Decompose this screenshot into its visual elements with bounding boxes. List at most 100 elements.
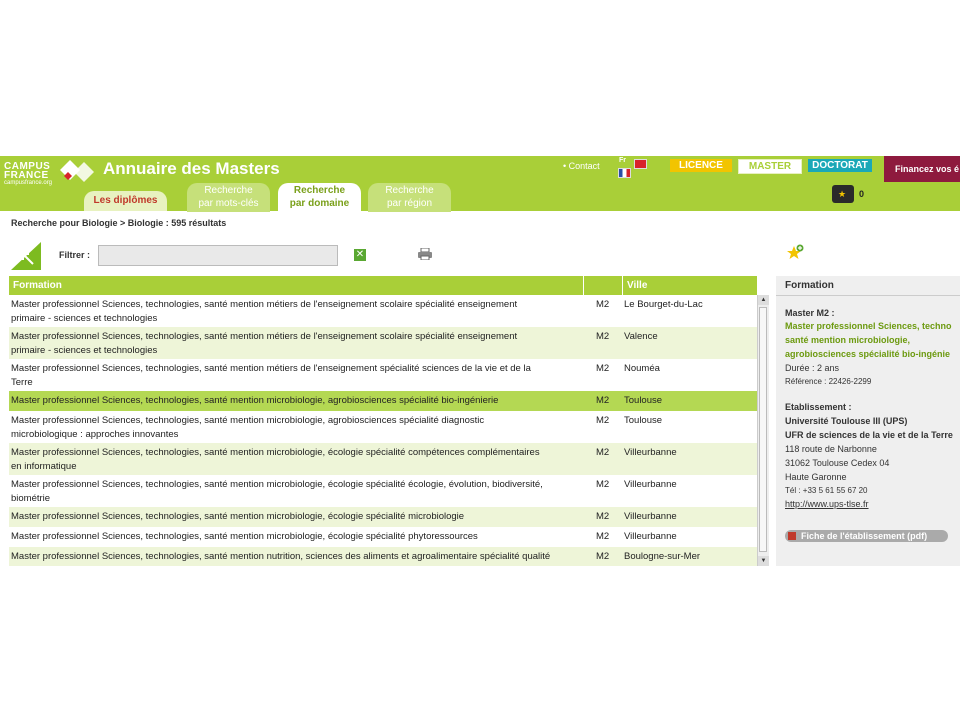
etablissement-name: Université Toulouse III (UPS) — [785, 416, 908, 426]
contact-link[interactable]: • Contact — [563, 161, 600, 171]
table-row[interactable]: Master professionnel Sciences, technolog… — [9, 327, 757, 359]
fiche-pdf-button[interactable]: Fiche de l'établissement (pdf) — [785, 530, 948, 542]
table-row[interactable]: Master professionnel Sciences, technolog… — [9, 411, 757, 443]
cell-ville: Villeurbanne — [624, 511, 677, 522]
table-row[interactable]: Master professionnel Sciences, technolog… — [9, 295, 757, 327]
table-row[interactable]: Master professionnel Sciences, technolog… — [9, 443, 757, 475]
divider — [776, 295, 960, 296]
cell-ville: Toulouse — [624, 415, 663, 426]
table-row[interactable]: Master professionnel Sciences, technolog… — [9, 359, 757, 391]
clear-filter-icon[interactable]: ✕ — [354, 249, 366, 261]
scroll-up-arrow-icon[interactable]: ▲ — [758, 295, 769, 305]
cell-ville: Toulouse — [624, 395, 663, 406]
detail-title-line: Master professionnel Sciences, techno — [785, 321, 952, 331]
back-arrow-icon[interactable] — [11, 242, 41, 270]
formation-line: en informatique — [11, 461, 77, 472]
cell-niveau: M2 — [596, 331, 610, 342]
table-row-selected[interactable]: Master professionnel Sciences, technolog… — [9, 391, 757, 411]
pdf-icon — [788, 532, 796, 540]
detail-reference: Référence : 22426-2299 — [785, 377, 872, 386]
table-row[interactable]: Master professionnel Sciences, technolog… — [9, 475, 757, 507]
formation-line: primaire - sciences et technologies — [11, 345, 158, 356]
breadcrumb: Recherche pour Biologie > Biologie : 595… — [11, 218, 227, 228]
address-line: 118 route de Narbonne — [785, 444, 877, 454]
cell-niveau: M2 — [596, 415, 610, 426]
campus-france-logo[interactable]: CAMPUS FRANCE campusfrance.org — [4, 158, 100, 188]
detail-title-line: agrobiosciences spécialité bio-ingénie — [785, 349, 951, 359]
tab-label-line2: par domaine — [289, 198, 350, 209]
app-title: Annuaire des Masters — [103, 159, 280, 178]
table-row[interactable]: Master professionnel Sciences, technolog… — [9, 507, 757, 527]
master-button[interactable]: MASTER — [738, 159, 802, 174]
formation-line: Master professionnel Sciences, technolog… — [11, 415, 485, 426]
fiche-pdf-label: Fiche de l'établissement (pdf) — [801, 531, 928, 541]
formation-line: Master professionnel Sciences, technolog… — [11, 479, 543, 490]
cell-niveau: M2 — [596, 551, 610, 562]
panel-title: Formation — [785, 280, 834, 291]
french-flag-icon[interactable] — [618, 168, 631, 178]
formation-detail-panel: Formation Master M2 : Master professionn… — [776, 276, 960, 566]
tab-recherche-region[interactable]: Recherche par région — [368, 183, 451, 212]
formation-line: Master professionnel Sciences, technolog… — [11, 447, 540, 458]
cart-star-icon: ★ — [838, 189, 847, 199]
tab-label-line1: Recherche — [293, 185, 346, 196]
table-scrollbar[interactable]: ▲ ▼ — [757, 295, 769, 566]
cell-formation: Master professionnel Sciences, technolog… — [11, 330, 573, 358]
cell-niveau: M2 — [596, 447, 610, 458]
logo-diamond-icon — [60, 160, 94, 182]
cell-niveau: M2 — [596, 531, 610, 542]
phone-number: Tél : +33 5 61 55 67 20 — [785, 486, 868, 495]
lang-fr-label: Fr — [619, 157, 626, 164]
tab-label-line2: par mots-clés — [198, 198, 259, 209]
website-link[interactable]: http://www.ups-tlse.fr — [785, 499, 869, 509]
table-row[interactable]: Master professionnel Sciences, technolog… — [9, 527, 757, 547]
tab-label-line1: Recherche — [204, 185, 253, 196]
tab-recherche-mots-cles[interactable]: Recherche par mots-clés — [187, 183, 270, 212]
formation-line: Master professionnel Sciences, technolog… — [11, 363, 531, 374]
column-header-ville[interactable]: Ville — [627, 280, 647, 291]
licence-button[interactable]: LICENCE — [670, 159, 732, 172]
cell-formation: Master professionnel Sciences, technolog… — [11, 530, 573, 544]
etablissement-ufr: UFR de sciences de la vie et de la Terre — [785, 430, 953, 440]
site-header: CAMPUS FRANCE campusfrance.org Annuaire … — [0, 156, 960, 212]
table-row[interactable]: Master professionnel Sciences, technolog… — [9, 547, 757, 566]
tab-recherche-domaine[interactable]: Recherche par domaine — [278, 183, 361, 212]
cell-formation: Master professionnel Sciences, technolog… — [11, 446, 573, 474]
column-divider — [622, 276, 623, 295]
scroll-thumb[interactable] — [759, 307, 767, 552]
cell-formation: Master professionnel Sciences, technolog… — [11, 478, 573, 506]
cell-niveau: M2 — [596, 395, 610, 406]
cell-formation: Master professionnel Sciences, technolog… — [11, 414, 573, 442]
cell-ville: Nouméa — [624, 363, 660, 374]
scroll-down-arrow-icon[interactable]: ▼ — [758, 556, 769, 566]
formation-line: Master professionnel Sciences, technolog… — [11, 531, 478, 542]
formation-line: biométrie — [11, 493, 51, 504]
logo-url: campusfrance.org — [4, 180, 53, 186]
tab-diplomes[interactable]: Les diplômes — [84, 191, 167, 211]
add-favorite-star-icon[interactable] — [786, 244, 804, 262]
formation-line: Terre — [11, 377, 33, 388]
finance-banner[interactable]: Financez vos é — [884, 156, 960, 182]
filter-input[interactable] — [98, 245, 338, 266]
formation-line: Master professionnel Sciences, technolog… — [11, 299, 518, 310]
cell-formation: Master professionnel Sciences, technolog… — [11, 394, 573, 408]
column-header-formation[interactable]: Formation — [13, 280, 62, 291]
address-line: Haute Garonne — [785, 472, 847, 482]
cell-niveau: M2 — [596, 363, 610, 374]
cell-ville: Villeurbanne — [624, 479, 677, 490]
results-table-header: Formation Ville — [9, 276, 757, 295]
print-icon[interactable] — [418, 248, 432, 260]
cell-ville: Le Bourget-du-Lac — [624, 299, 703, 310]
doctorat-button[interactable]: DOCTORAT — [808, 159, 872, 172]
cell-niveau: M2 — [596, 479, 610, 490]
address-line: 31062 Toulouse Cedex 04 — [785, 458, 890, 468]
column-divider — [583, 276, 584, 295]
english-flag-icon[interactable] — [634, 159, 647, 169]
cell-ville: Villeurbanne — [624, 531, 677, 542]
cart-count: 0 — [859, 189, 865, 199]
formation-line: primaire - sciences et technologies — [11, 313, 158, 324]
masters-directory-app: CAMPUS FRANCE campusfrance.org Annuaire … — [0, 156, 960, 566]
tab-label-line1: Recherche — [385, 185, 434, 196]
detail-title-line: santé mention microbiologie, — [785, 335, 911, 345]
formation-line: Master professionnel Sciences, technolog… — [11, 331, 518, 342]
